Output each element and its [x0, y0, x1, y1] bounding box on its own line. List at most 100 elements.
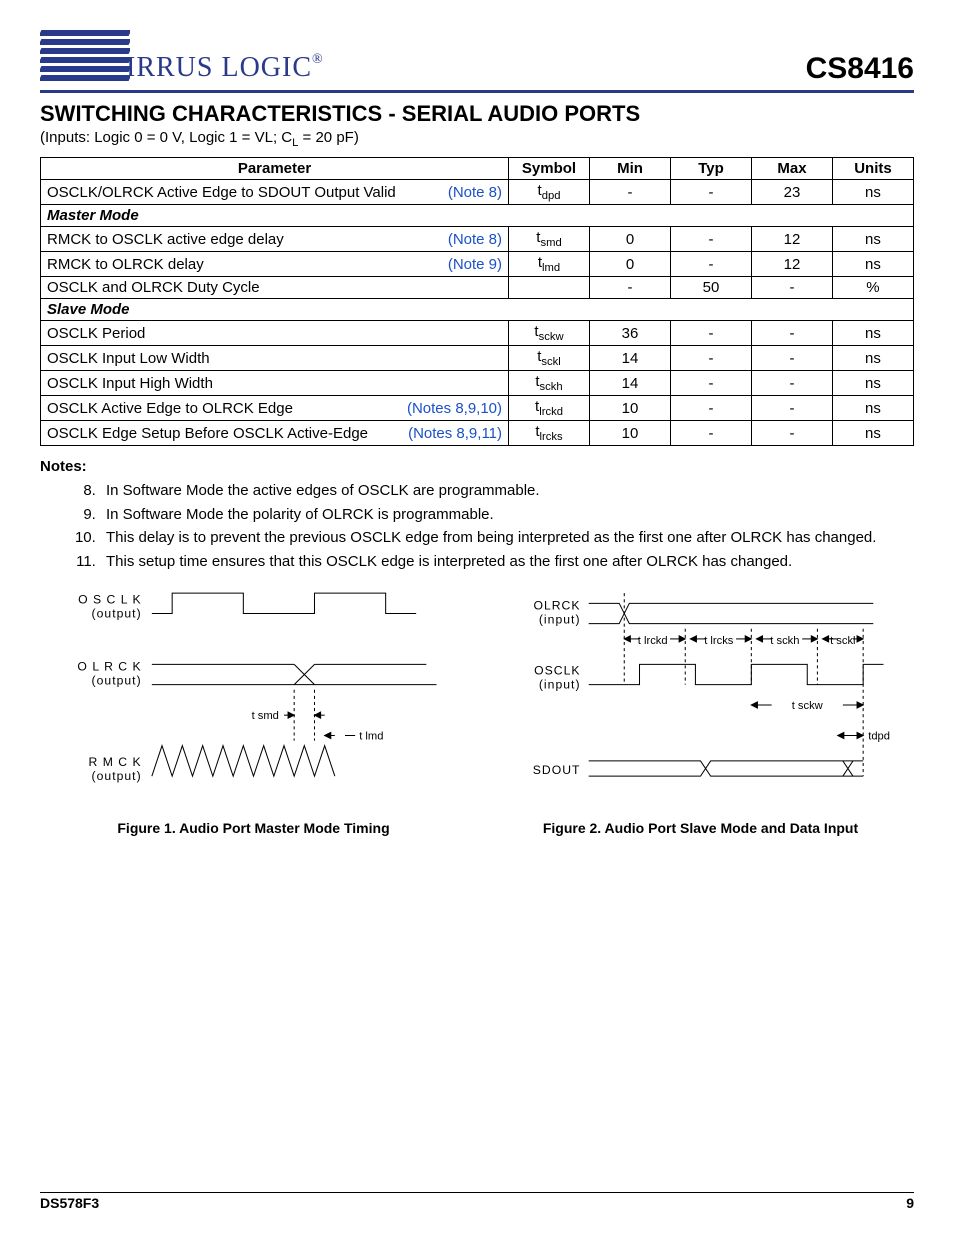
mode-header: Master Mode — [41, 205, 914, 227]
cell-units: ns — [832, 371, 913, 396]
figure-2: OLRCK (input) OSCLK (input) SDOUT t lrck… — [487, 583, 914, 836]
fig1-osclk-label: O S C L K — [78, 592, 142, 606]
fig1-tlmd: t lmd — [359, 731, 383, 743]
cell-units: ns — [832, 421, 913, 446]
cell-max: - — [751, 421, 832, 446]
col-max: Max — [751, 158, 832, 180]
cell-typ: - — [670, 227, 751, 252]
note-8: In Software Mode the active edges of OSC… — [100, 481, 914, 501]
test-conditions: (Inputs: Logic 0 = 0 V, Logic 1 = VL; CL… — [40, 129, 914, 149]
fig2-tsckl: t sckl — [830, 635, 855, 647]
param-text: OSCLK Input Low Width — [47, 350, 210, 367]
notes-heading: Notes: — [40, 458, 914, 475]
cell-max: - — [751, 346, 832, 371]
cell-parameter: OSCLK Active Edge to OLRCK Edge (Notes 8,… — [41, 396, 509, 421]
cell-min: 10 — [590, 396, 671, 421]
cell-min: - — [590, 180, 671, 205]
note-reference[interactable]: (Note 8) — [448, 231, 502, 248]
cell-typ: - — [670, 252, 751, 277]
col-min: Min — [590, 158, 671, 180]
table-row: RMCK to OSCLK active edge delay (Note 8) t… — [41, 227, 914, 252]
table-row: OSCLK Active Edge to OLRCK Edge (Notes 8,… — [41, 396, 914, 421]
cell-max: - — [751, 371, 832, 396]
cell-units: ns — [832, 252, 913, 277]
fig1-osclk-sub: (output) — [92, 607, 142, 621]
doc-number: DS578F3 — [40, 1195, 99, 1211]
table-row: Slave Mode — [41, 299, 914, 321]
param-text: RMCK to OLRCK delay — [47, 256, 204, 273]
cell-min: - — [590, 277, 671, 299]
cell-units: % — [832, 277, 913, 299]
registered-mark: ® — [312, 52, 324, 67]
cell-typ: 50 — [670, 277, 751, 299]
param-text: OSCLK and OLRCK Duty Cycle — [47, 279, 260, 296]
conditions-pre: (Inputs: Logic 0 = 0 V, Logic 1 = VL; C — [40, 129, 292, 146]
cell-symbol: tsckw — [509, 321, 590, 346]
table-row: Master Mode — [41, 205, 914, 227]
note-10: This delay is to prevent the previous OS… — [100, 528, 914, 548]
fig1-tsmd: t smd — [252, 710, 279, 722]
cell-symbol: tsmd — [509, 227, 590, 252]
cell-min: 36 — [590, 321, 671, 346]
note-11: This setup time ensures that this OSCLK … — [100, 552, 914, 572]
cell-units: ns — [832, 396, 913, 421]
cell-typ: - — [670, 396, 751, 421]
cell-parameter: RMCK to OSCLK active edge delay (Note 8) — [41, 227, 509, 252]
cell-typ: - — [670, 180, 751, 205]
cell-max: - — [751, 321, 832, 346]
cell-max: 12 — [751, 227, 832, 252]
cell-units: ns — [832, 346, 913, 371]
param-text: RMCK to OSCLK active edge delay — [47, 231, 284, 248]
cell-symbol: tsckl — [509, 346, 590, 371]
col-parameter: Parameter — [41, 158, 509, 180]
cell-symbol: tsckh — [509, 371, 590, 396]
cell-symbol: tlmd — [509, 252, 590, 277]
cell-parameter: OSCLK/OLRCK Active Edge to SDOUT Output … — [41, 180, 509, 205]
fig2-tsckh: t sckh — [770, 635, 799, 647]
table-row: OSCLK Edge Setup Before OSCLK Active-Edg… — [41, 421, 914, 446]
cell-units: ns — [832, 321, 913, 346]
brand-word: IRRUS LOGIC — [126, 52, 312, 83]
param-text: OSCLK/OLRCK Active Edge to SDOUT Output … — [47, 184, 396, 201]
table-row: OSCLK/OLRCK Active Edge to SDOUT Output … — [41, 180, 914, 205]
figure-2-caption: Figure 2. Audio Port Slave Mode and Data… — [487, 820, 914, 836]
fig1-rmck-label: R M C K — [89, 755, 142, 769]
table-row: OSCLK Input High Widthtsckh14--ns — [41, 371, 914, 396]
cell-parameter: OSCLK and OLRCK Duty Cycle — [41, 277, 509, 299]
cell-typ: - — [670, 321, 751, 346]
cell-max: - — [751, 277, 832, 299]
table-row: RMCK to OLRCK delay(Note 9)tlmd0-12ns — [41, 252, 914, 277]
part-number: CS8416 — [806, 52, 914, 86]
param-text: OSCLK Input High Width — [47, 375, 213, 392]
cell-parameter: OSCLK Input Low Width — [41, 346, 509, 371]
fig2-sdout-label: SDOUT — [533, 763, 581, 777]
page-header: IRRUS LOGIC® CS8416 — [40, 28, 914, 93]
note-9: In Software Mode the polarity of OLRCK i… — [100, 505, 914, 525]
note-reference[interactable]: (Note 8) — [448, 184, 502, 201]
cell-typ: - — [670, 371, 751, 396]
cell-min: 10 — [590, 421, 671, 446]
param-text: OSCLK Edge Setup Before OSCLK Active-Edg… — [47, 425, 368, 442]
note-reference[interactable]: (Note 9) — [448, 256, 502, 273]
col-symbol: Symbol — [509, 158, 590, 180]
fig1-olrck-label: O L R C K — [77, 659, 141, 673]
note-reference[interactable]: (Notes 8,9,10) — [407, 400, 502, 417]
mode-header: Slave Mode — [41, 299, 914, 321]
cell-parameter: OSCLK Period — [41, 321, 509, 346]
fig2-tlrcks: t lrcks — [704, 635, 734, 647]
note-reference[interactable]: (Notes 8,9,11) — [408, 425, 502, 442]
brand-text: IRRUS LOGIC® — [126, 52, 324, 84]
param-text: OSCLK Period — [47, 325, 145, 342]
figure-1-caption: Figure 1. Audio Port Master Mode Timing — [40, 820, 467, 836]
fig2-tdpd: tdpd — [868, 731, 890, 743]
col-typ: Typ — [670, 158, 751, 180]
cell-symbol: tlrckd — [509, 396, 590, 421]
cell-min: 14 — [590, 346, 671, 371]
cell-typ: - — [670, 346, 751, 371]
cell-parameter: OSCLK Edge Setup Before OSCLK Active-Edg… — [41, 421, 509, 446]
page-number: 9 — [906, 1195, 914, 1211]
cell-parameter: RMCK to OLRCK delay (Note 9) — [41, 252, 509, 277]
cell-min: 14 — [590, 371, 671, 396]
fig2-olrck-label: OLRCK — [533, 598, 580, 612]
param-text: OSCLK Active Edge to OLRCK Edge — [47, 400, 293, 417]
